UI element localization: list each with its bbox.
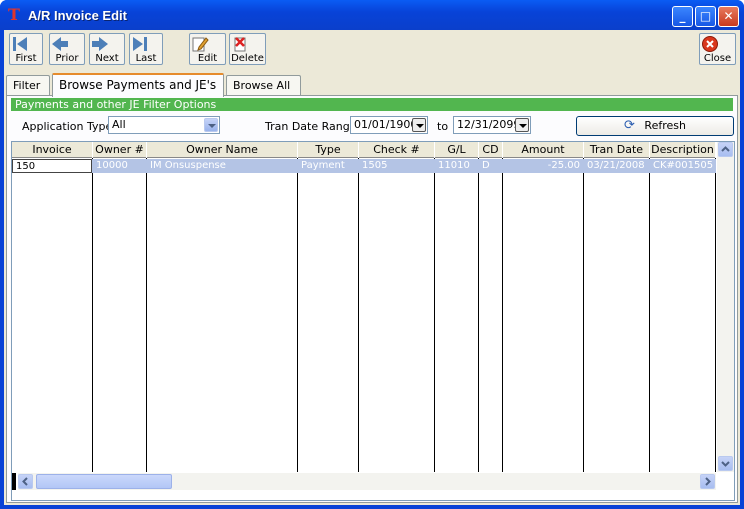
maximize-button[interactable]: □ [695,6,716,27]
column-header-description[interactable]: Description [650,142,716,158]
delete-document-icon [234,37,246,52]
column-divider [583,158,584,472]
chevron-down-icon[interactable] [204,118,218,132]
column-divider [649,158,650,472]
column-header-owner-name[interactable]: Owner Name [147,142,298,158]
column-header-cd[interactable]: CD [479,142,503,158]
grid-header: Invoice Owner # Owner Name Type Check # … [12,142,716,158]
column-divider [297,158,298,472]
scroll-up-icon[interactable] [718,142,733,157]
last-button[interactable]: Last [129,33,163,65]
date-from-value: 01/01/1900 [354,118,418,131]
tran-date-range-label: Tran Date Range [265,120,357,133]
application-type-select[interactable]: All [108,116,220,134]
vertical-scrollbar[interactable] [717,142,734,472]
column-header-check-no[interactable]: Check # [359,142,435,158]
calendar-dropdown-icon[interactable] [515,118,529,132]
to-label: to [437,120,449,133]
cell-check-no[interactable]: 1505 [359,159,434,173]
cell-owner-name[interactable]: IM Onsuspense [147,159,297,173]
close-icon [702,36,718,52]
scroll-thumb[interactable] [36,474,172,489]
edit-button[interactable]: Edit [189,33,226,65]
date-to-picker[interactable]: 12/31/2099 [453,116,531,134]
column-divider [715,158,716,472]
scroll-right-icon[interactable] [700,474,715,489]
column-divider [478,158,479,472]
column-header-invoice[interactable]: Invoice [12,142,93,158]
column-divider [358,158,359,472]
delete-button[interactable]: Delete [229,33,266,65]
cell-invoice[interactable]: 150 [12,159,92,173]
column-header-owner-no[interactable]: Owner # [93,142,147,158]
column-header-gl[interactable]: G/L [435,142,479,158]
cell-description[interactable]: CK#001505 . [650,159,715,173]
pencil-icon [192,37,209,52]
cell-gl[interactable]: 11010 [435,159,478,173]
application-type-value: All [112,118,126,131]
prior-button[interactable]: Prior [49,33,85,65]
payments-grid[interactable]: Invoice Owner # Owner Name Type Check # … [11,141,735,501]
window-title: A/R Invoice Edit [28,8,127,23]
first-button[interactable]: First [9,33,43,65]
cell-owner-no[interactable]: 10000 [93,159,146,173]
tab-filter[interactable]: Filter [6,75,50,95]
column-divider [502,158,503,472]
column-header-type[interactable]: Type [298,142,359,158]
column-header-amount[interactable]: Amount [503,142,584,158]
next-arrow-icon [92,37,108,51]
cell-type[interactable]: Payment [298,159,358,173]
scroll-down-icon[interactable] [718,456,733,471]
calendar-dropdown-icon[interactable] [412,118,426,132]
column-header-tran-date[interactable]: Tran Date [584,142,650,158]
refresh-icon: ⟳ [624,118,635,133]
filter-options-header: Payments and other JE Filter Options [11,98,733,111]
column-divider [434,158,435,472]
cell-tran-date[interactable]: 03/21/2008 [584,159,649,173]
refresh-label: Refresh [644,119,686,132]
scroll-left-icon[interactable] [18,474,33,489]
record-indicator [12,473,16,490]
title-bar[interactable]: T A/R Invoice Edit _ □ ✕ [0,0,744,30]
window-close-button[interactable]: ✕ [718,6,739,27]
horizontal-scrollbar[interactable] [18,473,716,490]
refresh-button[interactable]: ⟳ Refresh [576,116,734,136]
tab-browse-all[interactable]: Browse All [226,75,301,95]
column-divider [92,158,93,472]
cell-amount[interactable]: -25.00 [503,159,583,173]
first-arrow-icon [13,37,27,51]
cell-cd[interactable]: D [479,159,502,173]
date-to-value: 12/31/2099 [457,118,521,131]
close-button[interactable]: Close [699,33,736,65]
app-logo-icon: T [8,5,20,24]
column-divider [146,158,147,472]
tab-browse-payments[interactable]: Browse Payments and JE's [52,73,224,97]
next-button[interactable]: Next [89,33,125,65]
application-type-label: Application Type [22,120,113,133]
last-arrow-icon [133,37,147,51]
tab-panel: Payments and other JE Filter Options App… [6,95,738,503]
minimize-button[interactable]: _ [672,6,693,27]
table-row[interactable]: 150 10000 IM Onsuspense Payment 1505 110… [12,159,716,173]
app-window: T A/R Invoice Edit _ □ ✕ First Prior Nex… [0,0,744,509]
date-from-picker[interactable]: 01/01/1900 [350,116,428,134]
client-area: First Prior Next Last Edit Delete Close [4,30,740,505]
prior-arrow-icon [52,37,68,51]
